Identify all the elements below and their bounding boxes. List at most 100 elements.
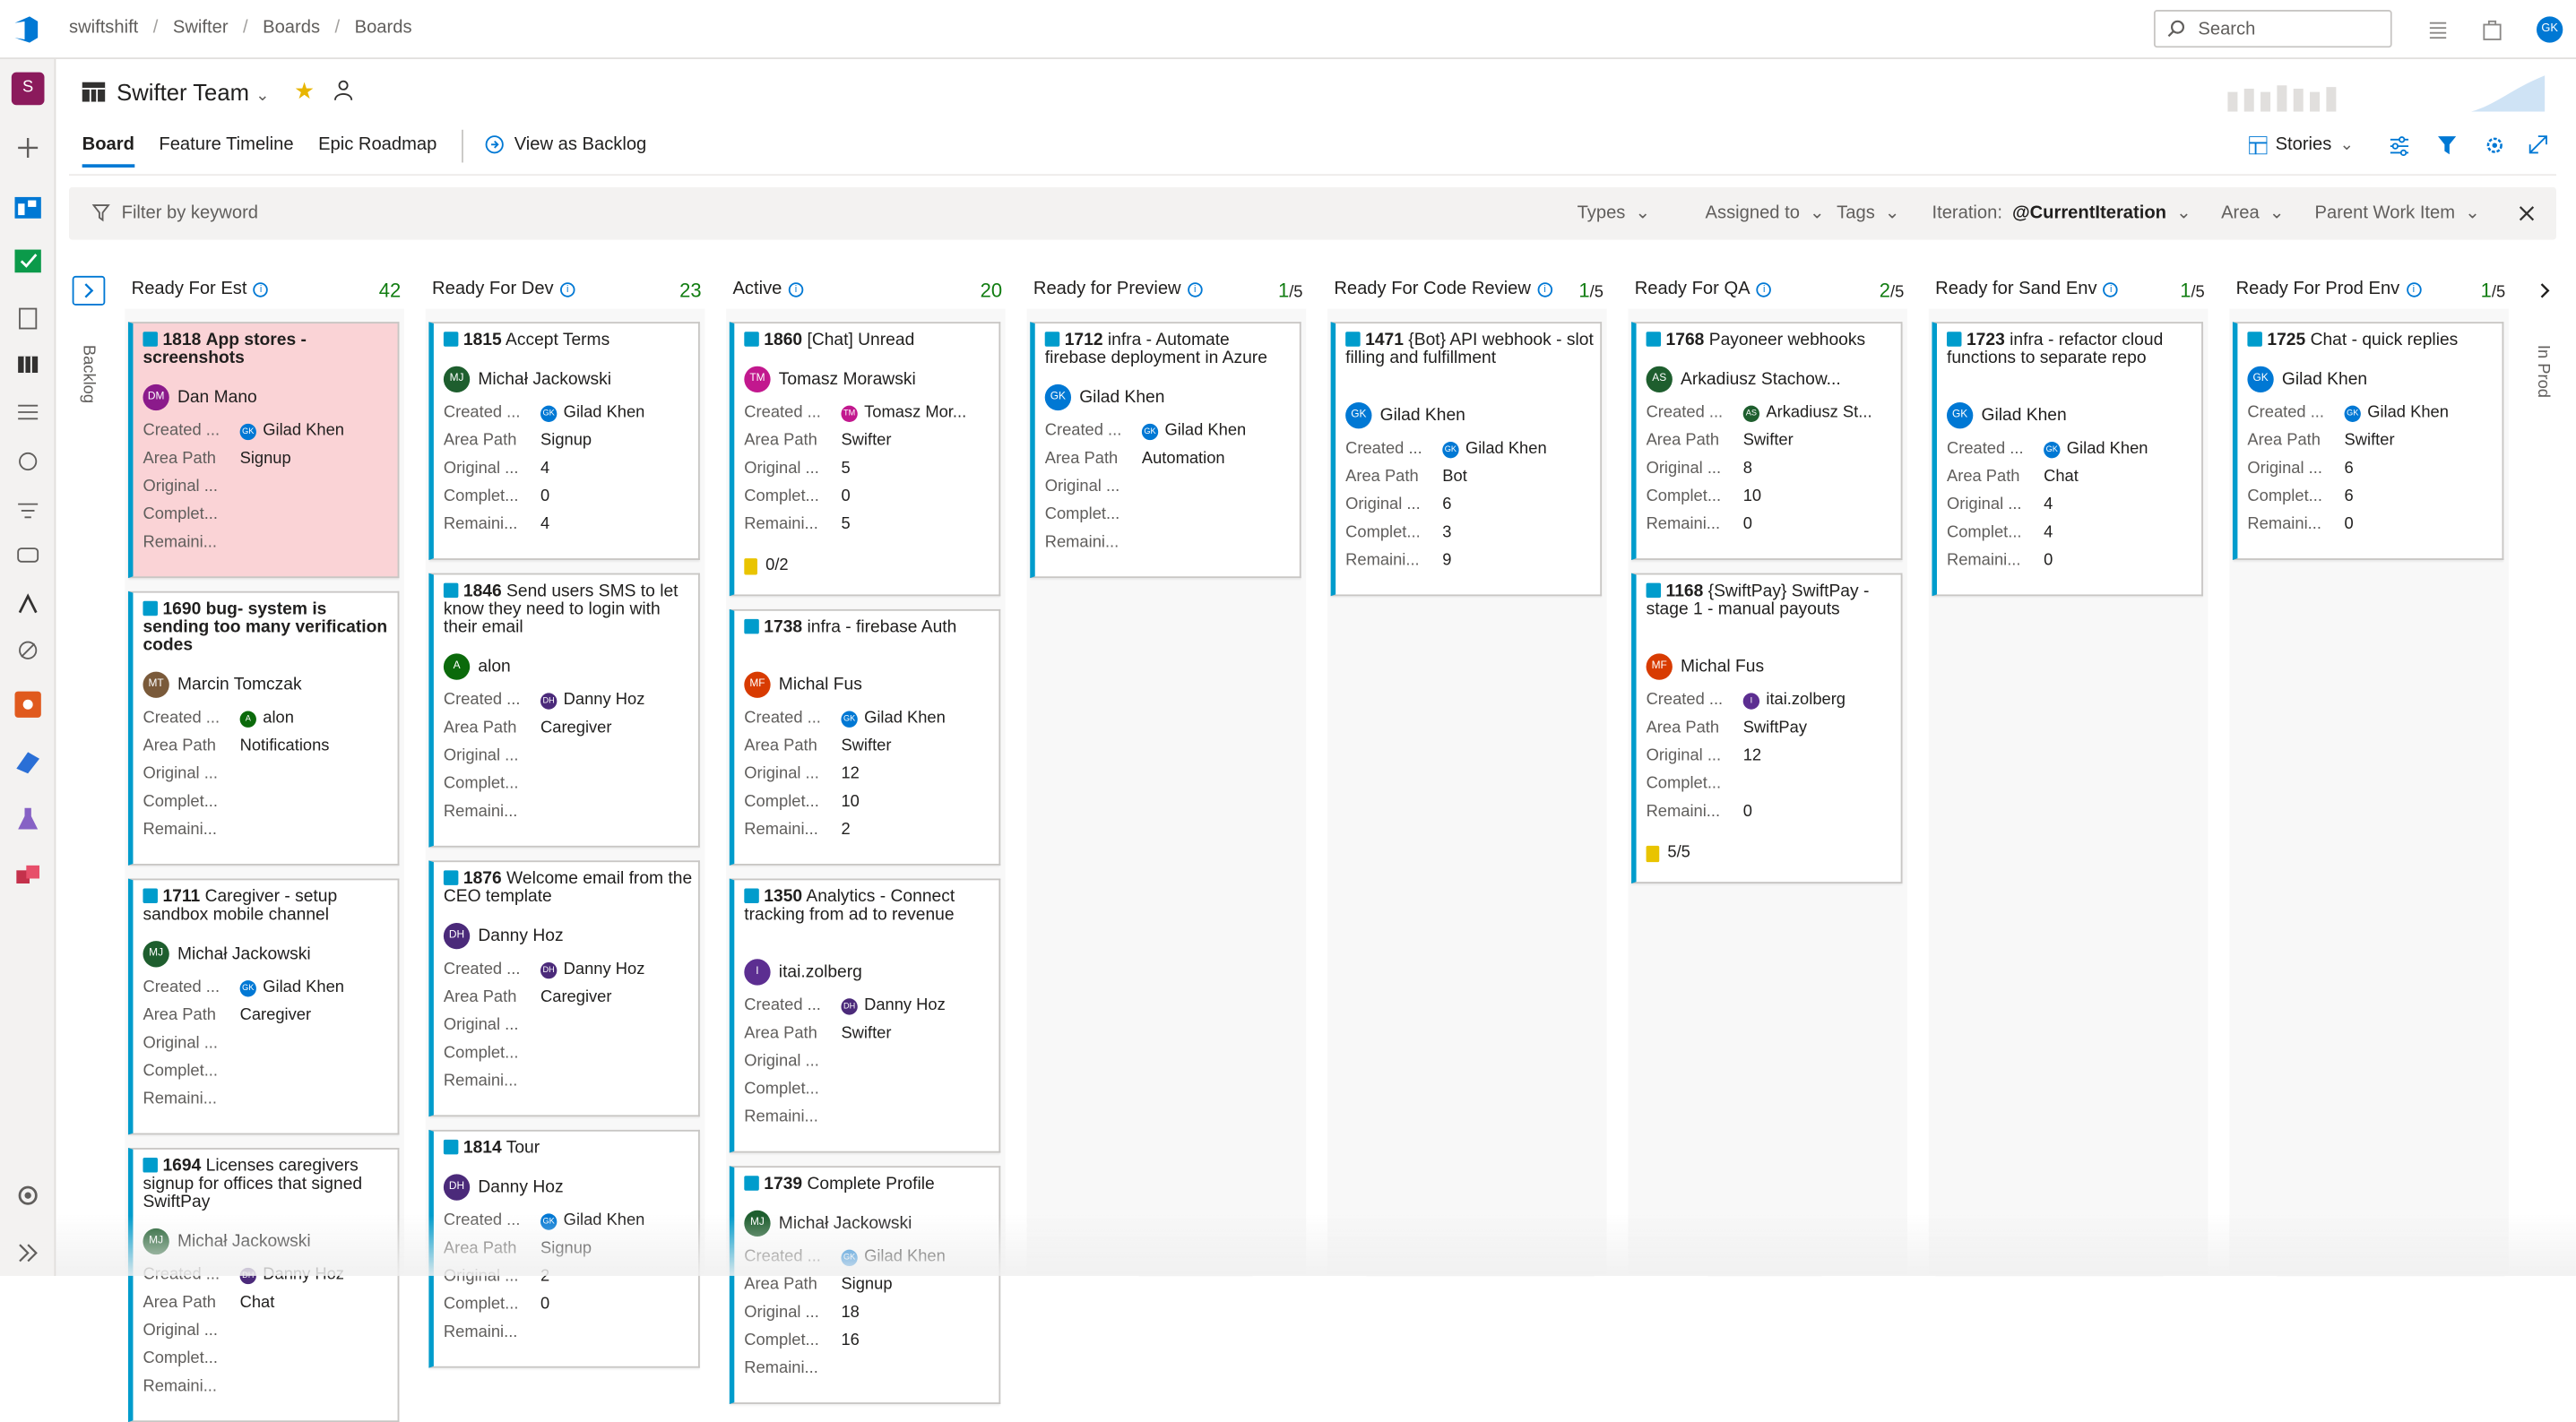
iteration-filter[interactable]: Iteration: @CurrentIteration ⌄: [1932, 202, 2191, 223]
card-assignee[interactable]: AS Arkadiusz Stachow...: [1646, 366, 1841, 393]
work-item-card[interactable]: 1846 Send users SMS to let know they nee…: [428, 573, 700, 848]
column-header[interactable]: Ready For Prod Env i: [2236, 280, 2422, 306]
team-selector[interactable]: Swifter Team ⌄: [117, 79, 269, 105]
card-assignee[interactable]: DH Danny Hoz: [443, 1174, 564, 1201]
card-title[interactable]: 1815 Accept Terms: [443, 331, 694, 349]
tab-feature-timeline[interactable]: Feature Timeline: [159, 134, 293, 168]
test-plans-icon[interactable]: [12, 803, 45, 836]
close-filter-icon[interactable]: [2519, 205, 2535, 221]
expand-nav-icon[interactable]: [12, 1237, 45, 1270]
repos-icon[interactable]: [12, 688, 45, 721]
project-avatar[interactable]: S: [11, 72, 45, 106]
card-title[interactable]: 1738 infra - firebase Auth: [744, 618, 994, 637]
breadcrumb-project[interactable]: Swifter: [173, 18, 229, 38]
card-assignee[interactable]: Iitai.zolberg: [744, 959, 862, 986]
card-assignee[interactable]: Aalon: [443, 653, 511, 680]
work-item-card[interactable]: 1694 Licenses caregivers signup for offi…: [127, 1148, 400, 1422]
card-assignee[interactable]: MT Marcin Tomczak: [143, 671, 302, 698]
artifacts-icon[interactable]: [12, 860, 45, 893]
card-assignee[interactable]: MF Michal Fus: [744, 671, 862, 698]
card-title[interactable]: 1471 {Bot} API webhook - slot filling an…: [1345, 331, 1595, 367]
card-title[interactable]: 1814 Tour: [443, 1139, 694, 1158]
card-title[interactable]: 1168 {SwiftPay} SwiftPay - stage 1 - man…: [1646, 582, 1897, 619]
work-item-card[interactable]: 1168 {SwiftPay} SwiftPay - stage 1 - man…: [1631, 573, 1903, 883]
work-item-card[interactable]: 1739 Complete ProfileMJMichał JackowskiC…: [729, 1166, 1001, 1404]
work-items-icon[interactable]: [12, 302, 45, 335]
card-title[interactable]: 1818 App stores - screenshots: [143, 331, 393, 367]
work-item-card[interactable]: 1690 bug- system is sending too many ver…: [127, 590, 400, 866]
info-icon[interactable]: i: [1187, 282, 1203, 297]
favorite-star-icon[interactable]: ★: [294, 77, 315, 105]
area-filter[interactable]: Area ⌄: [2221, 202, 2285, 223]
column-header[interactable]: Ready For Code Review i: [1334, 280, 1552, 306]
fullscreen-expand-icon[interactable]: [2528, 134, 2548, 154]
board-nav-icon[interactable]: [12, 349, 45, 382]
card-title[interactable]: 1723 infra - refactor cloud functions to…: [1946, 331, 2197, 367]
card-title[interactable]: 1846 Send users SMS to let know they nee…: [443, 582, 694, 637]
settings-icon[interactable]: [12, 1179, 45, 1212]
task-progress[interactable]: 5/5: [1646, 844, 1690, 862]
info-icon[interactable]: i: [253, 282, 269, 297]
sprints-icon[interactable]: [12, 445, 45, 478]
breadcrumb-org[interactable]: swiftshift: [69, 18, 138, 38]
work-item-card[interactable]: 1711 Caregiver - setup sandbox mobile ch…: [127, 878, 400, 1135]
info-icon[interactable]: i: [2406, 282, 2422, 297]
tab-epic-roadmap[interactable]: Epic Roadmap: [318, 134, 437, 168]
card-title[interactable]: 1768 Payoneer webhooks: [1646, 331, 1897, 349]
info-icon[interactable]: i: [2103, 282, 2119, 297]
info-icon[interactable]: i: [1756, 282, 1772, 297]
boards-icon[interactable]: [12, 245, 45, 278]
chevron-right-icon[interactable]: [2535, 280, 2554, 303]
card-title[interactable]: 1876 Welcome email from the CEO template: [443, 869, 694, 906]
card-assignee[interactable]: DH Danny Hoz: [443, 922, 564, 950]
shopping-bag-icon[interactable]: [2481, 18, 2504, 41]
filter-icon[interactable]: [2436, 134, 2458, 156]
work-item-card[interactable]: 1350 Analytics - Connect tracking from a…: [729, 878, 1001, 1153]
backlogs-icon[interactable]: [12, 396, 45, 429]
azure-devops-logo-icon[interactable]: [10, 13, 43, 47]
column-header[interactable]: Ready For QA i: [1635, 280, 1772, 306]
info-icon[interactable]: i: [788, 282, 804, 297]
breadcrumb-section[interactable]: Boards: [263, 18, 320, 38]
team-members-icon[interactable]: [333, 79, 357, 102]
card-assignee[interactable]: GK Gilad Khen: [1345, 402, 1465, 429]
column-header[interactable]: Ready for Sand Env i: [1935, 280, 2119, 306]
retrospectives-icon[interactable]: [12, 633, 45, 667]
card-assignee[interactable]: GK Gilad Khen: [2247, 366, 2367, 393]
keyword-filter-input[interactable]: Filter by keyword: [122, 203, 258, 223]
tab-board[interactable]: Board: [82, 134, 134, 168]
column-header[interactable]: Active i: [732, 280, 804, 306]
card-title[interactable]: 1725 Chat - quick replies: [2247, 331, 2497, 349]
breadcrumb-page[interactable]: Boards: [355, 18, 412, 38]
board-settings-gear-icon[interactable]: [2484, 134, 2505, 156]
column-header[interactable]: Ready for Preview i: [1033, 280, 1203, 306]
add-icon[interactable]: [12, 132, 45, 165]
assigned-to-filter[interactable]: Assigned to ⌄: [1706, 202, 1825, 223]
chat-icon[interactable]: [12, 540, 45, 573]
work-item-card[interactable]: 1876 Welcome email from the CEO template…: [428, 860, 700, 1117]
tags-filter[interactable]: Tags ⌄: [1837, 202, 1900, 223]
card-assignee[interactable]: MF Michal Fus: [1646, 653, 1764, 680]
list-icon[interactable]: [2426, 18, 2450, 41]
work-item-card[interactable]: 1738 infra - firebase Auth MF Michal Fus Cr…: [729, 608, 1001, 866]
card-title[interactable]: 1860 [Chat] Unread: [744, 331, 994, 349]
work-item-card[interactable]: 1725 Chat - quick replies GK Gilad Khen Cre…: [2232, 322, 2504, 560]
card-assignee[interactable]: MJ Michał Jackowski: [443, 366, 611, 393]
task-progress[interactable]: 0/2: [744, 556, 789, 574]
queries-icon[interactable]: [12, 493, 45, 526]
expand-backlog-button[interactable]: [72, 275, 106, 306]
work-item-card[interactable]: 1471 {Bot} API webhook - slot filling an…: [1330, 322, 1603, 597]
velocity-chart-icon[interactable]: [2225, 73, 2554, 112]
parent-work-item-filter[interactable]: Parent Work Item ⌄: [2315, 202, 2480, 223]
types-filter[interactable]: Types ⌄: [1578, 202, 1651, 223]
card-title[interactable]: 1739 Complete Profile: [744, 1175, 994, 1194]
card-assignee[interactable]: TM Tomasz Morawski: [744, 366, 916, 393]
column-header[interactable]: Ready For Est i: [132, 280, 269, 306]
work-item-card[interactable]: 1712 infra - Automate firebase deploymen…: [1030, 322, 1301, 579]
settings-sliders-icon[interactable]: [2389, 134, 2410, 157]
card-title[interactable]: 1711 Caregiver - setup sandbox mobile ch…: [143, 888, 393, 924]
info-icon[interactable]: i: [559, 282, 575, 297]
delivery-plans-icon[interactable]: [12, 588, 45, 621]
work-item-card[interactable]: 1815 Accept Terms MJ Michał Jackowski Creat…: [428, 322, 700, 560]
work-item-card[interactable]: 1723 infra - refactor cloud functions to…: [1932, 322, 2203, 597]
